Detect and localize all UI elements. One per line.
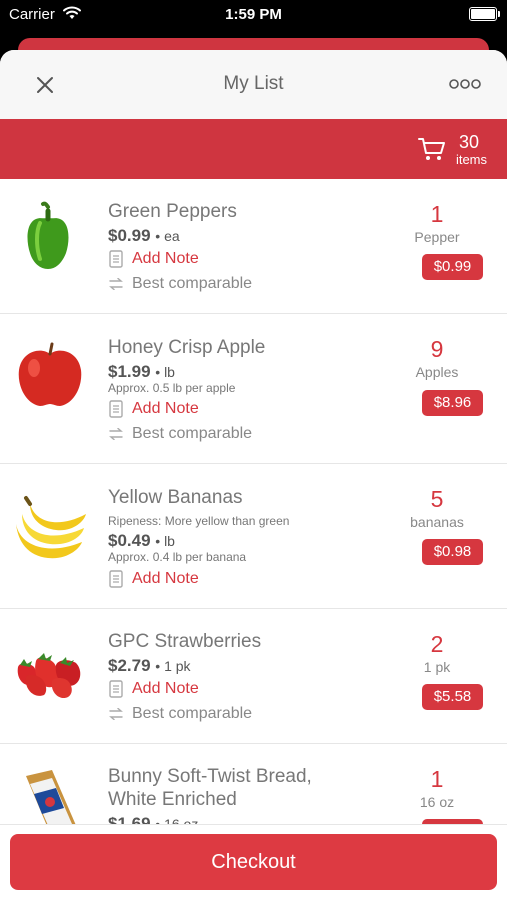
price-value: $1.99 — [108, 362, 151, 381]
add-note-label: Add Note — [132, 400, 199, 418]
product-price: $1.99 • lb — [108, 362, 175, 382]
list-item[interactable]: Yellow Bananas Ripeness: More yellow tha… — [0, 464, 507, 609]
battery-icon — [469, 7, 500, 21]
quantity-unit: 1 pk — [423, 659, 451, 675]
swap-icon — [109, 277, 123, 290]
line-total: $0.99 — [422, 254, 483, 280]
price-value: $0.99 — [108, 226, 151, 245]
product-name: Green Peppers — [108, 201, 237, 222]
note-icon — [109, 400, 123, 418]
product-name: Yellow Bananas — [108, 487, 243, 508]
price-value: $2.79 — [108, 656, 151, 675]
apple-image — [18, 342, 82, 406]
ripeness: Ripeness: More yellow than green — [108, 514, 290, 528]
line-total: $0.98 — [422, 539, 483, 565]
checkout-button[interactable]: Checkout — [10, 834, 497, 890]
line-total: $8.96 — [422, 390, 483, 416]
shopping-list: Green Peppers $0.99 • ea Add Note Best c… — [0, 179, 507, 824]
item-count-label: items — [455, 152, 487, 167]
product-name: Honey Crisp Apple — [108, 337, 266, 358]
quantity-unit: Apples — [415, 364, 459, 380]
my-list-sheet: My List 30 items Green Peppers $0.99 • e… — [0, 50, 507, 900]
product-name: GPC Strawberries — [108, 631, 262, 652]
quantity[interactable]: 2 — [407, 631, 467, 658]
banana-image — [16, 496, 86, 559]
price-value: $0.49 — [108, 531, 151, 550]
product-price: $0.49 • lb — [108, 531, 175, 551]
swap-icon — [109, 707, 123, 720]
list-item[interactable]: Green Peppers $0.99 • ea Add Note Best c… — [0, 179, 507, 314]
quantity[interactable]: 5 — [407, 486, 467, 513]
line-total: $5.58 — [422, 684, 483, 710]
price-unit: • lb — [155, 364, 175, 380]
add-note-button[interactable]: Add Note — [108, 400, 199, 418]
note-icon — [109, 680, 123, 698]
best-comparable-option[interactable]: Best comparable — [108, 425, 252, 443]
approx-weight: Approx. 0.5 lb per apple — [108, 381, 236, 395]
cart-icon — [418, 138, 445, 160]
note-icon — [109, 250, 123, 268]
page-title: My List — [223, 73, 284, 94]
list-item[interactable]: GPC Strawberries $2.79 • 1 pk Add Note B… — [0, 609, 507, 744]
note-icon — [109, 570, 123, 588]
product-name: Bunny Soft-Twist Bread, — [108, 766, 312, 787]
best-comparable-label: Best comparable — [132, 275, 253, 292]
quantity-unit: bananas — [410, 514, 464, 530]
add-note-label: Add Note — [132, 570, 199, 588]
add-note-label: Add Note — [132, 680, 199, 698]
product-price: $1.69 • 16 oz — [108, 814, 198, 824]
quantity-unit: Pepper — [414, 229, 460, 245]
price-unit: • 16 oz — [155, 816, 199, 824]
cart-summary-bar: 30 items — [0, 119, 507, 179]
product-name-line2: White Enriched — [108, 789, 237, 810]
clock: 1:59 PM — [225, 6, 282, 23]
add-note-button[interactable]: Add Note — [108, 570, 199, 588]
item-count: 30 — [458, 132, 480, 152]
add-note-button[interactable]: Add Note — [108, 250, 199, 268]
checkout-bar: Checkout — [0, 824, 507, 900]
best-comparable-label: Best comparable — [132, 425, 253, 442]
best-comparable-option[interactable]: Best comparable — [108, 275, 252, 293]
quantity-unit: 16 oz — [419, 794, 455, 810]
best-comparable-option[interactable]: Best comparable — [108, 705, 252, 723]
nav-bar: My List — [0, 50, 507, 119]
quantity[interactable]: 1 — [407, 766, 467, 793]
swap-icon — [109, 427, 123, 440]
approx-weight: Approx. 0.4 lb per banana — [108, 550, 247, 564]
quantity[interactable]: 1 — [407, 201, 467, 228]
price-unit: • ea — [155, 228, 180, 244]
list-item[interactable]: Bunny Soft-Twist Bread, White Enriched $… — [0, 744, 507, 824]
more-icon[interactable] — [449, 76, 481, 92]
list-item[interactable]: Honey Crisp Apple $1.99 • lb Approx. 0.5… — [0, 314, 507, 464]
add-note-label: Add Note — [132, 250, 199, 268]
status-bar: Carrier 1:59 PM — [0, 0, 507, 30]
price-value: $1.69 — [108, 814, 151, 824]
best-comparable-label: Best comparable — [132, 705, 253, 722]
price-unit: • lb — [155, 533, 175, 549]
price-unit: • 1 pk — [155, 658, 191, 674]
strawberries-image — [17, 653, 81, 699]
green-pepper-image — [27, 201, 69, 269]
add-note-button[interactable]: Add Note — [108, 680, 199, 698]
quantity[interactable]: 9 — [407, 336, 467, 363]
bread-image — [26, 770, 76, 824]
product-price: $0.99 • ea — [108, 226, 180, 246]
product-price: $2.79 • 1 pk — [108, 656, 191, 676]
